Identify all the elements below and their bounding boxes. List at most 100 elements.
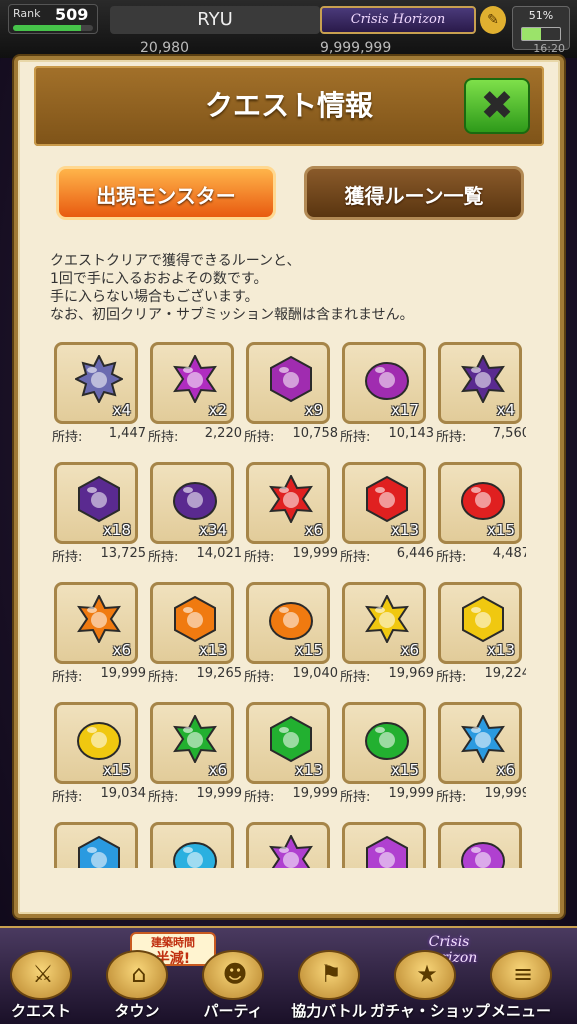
- tab-monsters[interactable]: 出現モンスター: [56, 166, 276, 220]
- rune-cell[interactable]: x13 所持: 19,265: [142, 578, 242, 698]
- status-bar: Rank 509 RYU Crisis Horizon ✎ 51% 20,980…: [0, 0, 577, 58]
- nav-item[interactable]: ★ ガチャ・ショップ: [370, 950, 490, 1024]
- rune-slot[interactable]: x6: [54, 582, 138, 664]
- owned-label: 所持:: [244, 550, 275, 565]
- rune-slot[interactable]: x6: [246, 462, 330, 544]
- description-line: 1回で手に入るおおよその数です。: [50, 271, 268, 287]
- rune-slot[interactable]: x13: [438, 582, 522, 664]
- quest-info-dialog: クエスト情報 ✖ 出現モンスター 獲得ルーン一覧 クエストクリアで獲得できるルー…: [14, 56, 564, 918]
- rune-quantity: x9: [304, 401, 323, 419]
- nav-item[interactable]: ≡ メニュー: [466, 950, 576, 1024]
- rune-slot[interactable]: [54, 822, 138, 868]
- rune-cell[interactable]: x6 所持: 19,999: [46, 578, 146, 698]
- rune-quantity: x18: [103, 521, 131, 539]
- rune-cell[interactable]: x2 所持: 2,220: [142, 338, 242, 458]
- owned-count: 19,999: [292, 786, 339, 801]
- rune-slot[interactable]: x18: [54, 462, 138, 544]
- rune-cell[interactable]: x4 所持: 7,560: [430, 338, 526, 458]
- purple-round-rune-icon: [459, 835, 507, 868]
- rune-cell[interactable]: x15 所持: 19,999: [334, 698, 434, 818]
- owned-count: 19,999: [196, 786, 243, 801]
- rune-slot[interactable]: x13: [150, 582, 234, 664]
- rune-slot[interactable]: x13: [246, 702, 330, 784]
- rune-slot[interactable]: x13: [342, 462, 426, 544]
- rank-label: Rank: [13, 7, 41, 20]
- rune-cell[interactable]: x15 所持: 19,040: [238, 578, 338, 698]
- rune-cell[interactable]: x9 所持: 10,758: [238, 338, 338, 458]
- rune-slot[interactable]: x17: [342, 342, 426, 424]
- rune-cell[interactable]: [430, 818, 526, 868]
- rune-slot[interactable]: [246, 822, 330, 868]
- rune-cell[interactable]: x6 所持: 19,999: [430, 698, 526, 818]
- rune-quantity: x17: [391, 401, 419, 419]
- rune-cell[interactable]: x18 所持: 13,725: [46, 458, 146, 578]
- town-icon: ⌂: [131, 960, 147, 988]
- owned-label: 所持:: [436, 550, 467, 565]
- green-round-rune-icon: [363, 715, 411, 763]
- rune-cell[interactable]: x17 所持: 10,143: [334, 338, 434, 458]
- nav-label: タウン: [114, 1002, 160, 1020]
- purple-star-rune-icon: [267, 833, 315, 868]
- rune-cell[interactable]: [142, 818, 238, 868]
- rune-cell[interactable]: [46, 818, 142, 868]
- nav-item[interactable]: ⚑ 協力バトル: [274, 950, 384, 1024]
- nav-icon-frame: ⌂: [106, 950, 168, 1000]
- gacha-shop-icon: ★: [416, 960, 438, 988]
- player-name[interactable]: RYU: [110, 6, 320, 34]
- rune-cell[interactable]: x15 所持: 19,034: [46, 698, 146, 818]
- owned-label: 所持:: [148, 550, 179, 565]
- rune-cell[interactable]: x13 所持: 19,999: [238, 698, 338, 818]
- owned-count: 13,725: [100, 546, 147, 561]
- rune-slot[interactable]: [438, 822, 522, 868]
- nav-icon-frame: ☻: [202, 950, 264, 1000]
- nav-icon-frame: ≡: [490, 950, 552, 1000]
- rune-slot[interactable]: x34: [150, 462, 234, 544]
- rune-quantity: x6: [400, 641, 419, 659]
- rune-slot[interactable]: x2: [150, 342, 234, 424]
- rune-slot[interactable]: x4: [438, 342, 522, 424]
- rune-cell[interactable]: [238, 818, 334, 868]
- rune-slot[interactable]: [150, 822, 234, 868]
- owned-count: 2,220: [204, 426, 242, 441]
- currency-a: 20,980: [140, 40, 189, 56]
- rune-cell[interactable]: x15 所持: 4,487: [430, 458, 526, 578]
- rune-cell[interactable]: x4 所持: 1,447: [46, 338, 146, 458]
- owned-label: 所持:: [52, 550, 83, 565]
- rune-slot[interactable]: x6: [342, 582, 426, 664]
- rune-cell[interactable]: x13 所持: 6,446: [334, 458, 434, 578]
- rune-cell[interactable]: x6 所持: 19,999: [142, 698, 242, 818]
- rune-slot[interactable]: x6: [438, 702, 522, 784]
- rune-slot[interactable]: x15: [438, 462, 522, 544]
- owned-label: 所持:: [340, 790, 371, 805]
- rune-cell[interactable]: x13 所持: 19,224: [430, 578, 526, 698]
- owned-label: 所持:: [436, 430, 467, 445]
- event-banner[interactable]: Crisis Horizon: [320, 6, 476, 34]
- rune-slot[interactable]: x4: [54, 342, 138, 424]
- tab-rune-list[interactable]: 獲得ルーン一覧: [304, 166, 524, 220]
- rune-slot[interactable]: x15: [246, 582, 330, 664]
- rune-slot[interactable]: x15: [342, 702, 426, 784]
- rune-grid[interactable]: x4 所持: 1,447 x2 所持: 2,220 x9 所持: 10,758 x17 所持: 10,…: [46, 338, 526, 868]
- nav-item[interactable]: ⌂ タウン: [82, 950, 192, 1024]
- owned-label: 所持:: [148, 790, 179, 805]
- dark-star-rune-icon: [459, 353, 507, 405]
- rune-cell[interactable]: x6 所持: 19,999: [238, 458, 338, 578]
- nav-label: 協力バトル: [291, 1002, 367, 1020]
- owned-count: 4,487: [492, 546, 526, 561]
- rune-slot[interactable]: x9: [246, 342, 330, 424]
- owned-label: 所持:: [52, 430, 83, 445]
- nav-item[interactable]: ☻ パーティ: [178, 950, 288, 1024]
- owned-label: 所持:: [436, 670, 467, 685]
- pencil-icon[interactable]: ✎: [480, 6, 506, 34]
- rune-slot[interactable]: x6: [150, 702, 234, 784]
- owned-count: 19,224: [484, 666, 527, 681]
- owned-count: 19,265: [196, 666, 243, 681]
- rune-cell[interactable]: x6 所持: 19,969: [334, 578, 434, 698]
- rank-box: Rank 509: [8, 4, 98, 34]
- rune-cell[interactable]: [334, 818, 430, 868]
- close-button[interactable]: ✖: [464, 78, 530, 134]
- rune-slot[interactable]: [342, 822, 426, 868]
- rune-slot[interactable]: x15: [54, 702, 138, 784]
- dialog-header: クエスト情報 ✖: [34, 66, 544, 146]
- rune-cell[interactable]: x34 所持: 14,021: [142, 458, 242, 578]
